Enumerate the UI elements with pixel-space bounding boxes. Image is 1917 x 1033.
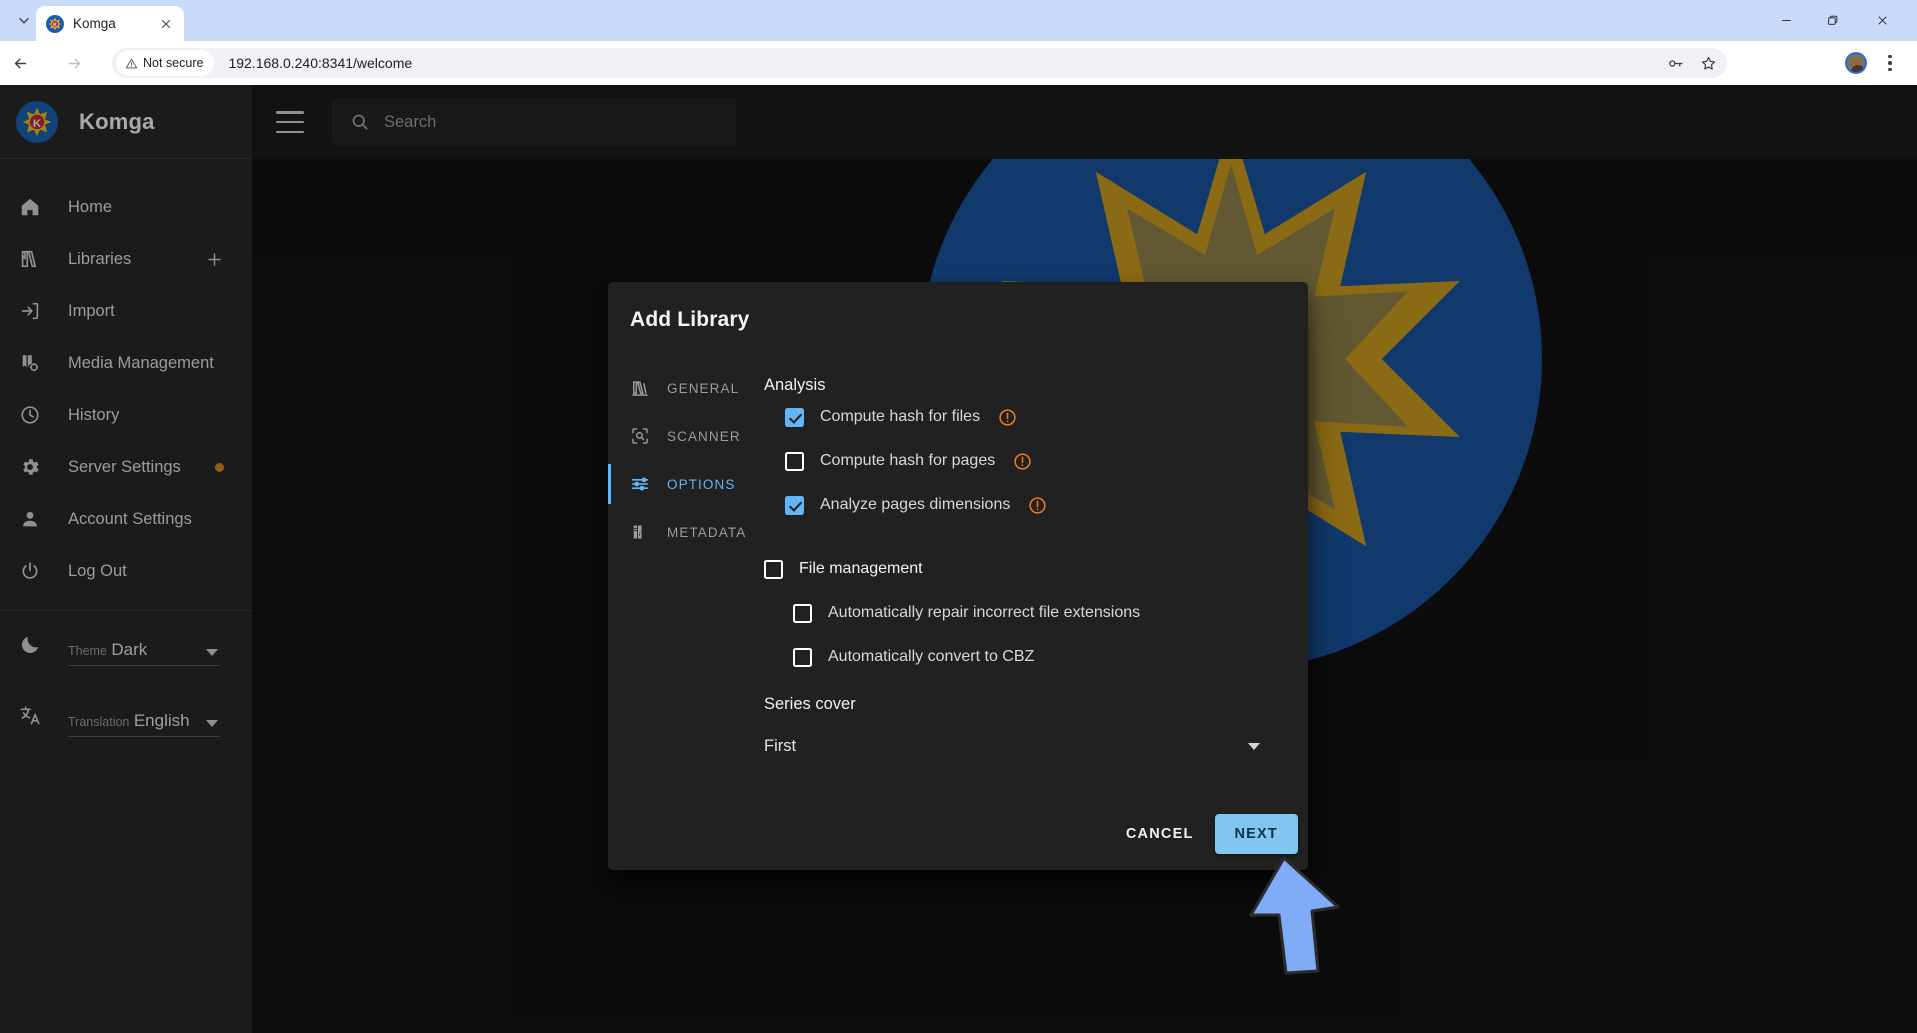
chevron-down-icon (19, 17, 29, 24)
checkbox-compute-hash-pages[interactable] (785, 451, 804, 471)
warning-triangle-icon (125, 58, 138, 68)
svg-text:K: K (53, 22, 57, 28)
tab-scanner[interactable]: SCANNER (608, 412, 764, 460)
series-cover-value: First (764, 736, 797, 755)
tab-label: SCANNER (667, 428, 741, 444)
tab-label: GENERAL (667, 380, 740, 396)
address-bar-url: 192.168.0.240:8341/welcome (228, 55, 413, 71)
site-security-badge[interactable]: Not secure (116, 50, 215, 76)
checkbox-row-convert-to-cbz[interactable]: Automatically convert to CBZ (764, 635, 1308, 679)
checkbox-repair-file-extensions[interactable] (793, 603, 812, 623)
warning-circle-icon[interactable] (1028, 496, 1047, 515)
close-icon[interactable] (157, 15, 174, 32)
checkbox-label: Automatically repair incorrect file exte… (828, 604, 1141, 621)
checkbox-label: Compute hash for pages (820, 452, 996, 469)
add-library-dialog: Add Library GENERAL SCANNER OPTIONS i ME… (608, 282, 1308, 870)
dialog-body: GENERAL SCANNER OPTIONS i METADATA Analy… (608, 364, 1308, 794)
tab-label: OPTIONS (667, 476, 736, 492)
profile-avatar[interactable] (1845, 52, 1867, 74)
browser-tab[interactable]: K Komga (36, 6, 184, 41)
checkbox-row-compute-hash-files[interactable]: Compute hash for files (764, 395, 1308, 439)
window-close-button[interactable] (1859, 0, 1905, 41)
checkbox-file-management[interactable] (764, 559, 783, 579)
panel-spacer (764, 679, 1308, 691)
checkbox-analyze-pages-dimensions[interactable] (785, 495, 804, 515)
dialog-tab-rail: GENERAL SCANNER OPTIONS i METADATA (608, 364, 764, 556)
warning-circle-icon[interactable] (998, 408, 1017, 427)
checkbox-convert-to-cbz[interactable] (793, 647, 812, 667)
warning-circle-icon[interactable] (1013, 452, 1032, 471)
series-cover-label: Series cover (764, 695, 856, 713)
minimize-icon (1781, 20, 1791, 21)
window-maximize-button[interactable] (1809, 0, 1855, 41)
tab-metadata[interactable]: i METADATA (608, 508, 764, 556)
panel-spacer (764, 527, 1308, 547)
options-panel: Analysis Compute hash for files Compute … (764, 364, 1308, 764)
browser-tabstrip: K Komga (0, 0, 1917, 41)
metadata-icon: i (630, 522, 652, 542)
key-icon[interactable] (1667, 55, 1684, 72)
maximize-icon (1827, 15, 1837, 25)
browser-toolbar: Not secure 192.168.0.240:8341/welcome (0, 41, 1917, 85)
dialog-actions: CANCEL NEXT (1109, 814, 1298, 854)
checkbox-row-analyze-pages-dimensions[interactable]: Analyze pages dimensions (764, 483, 1308, 527)
svg-text:i: i (639, 530, 641, 538)
checkbox-label: Compute hash for files (820, 408, 981, 425)
site-security-text: Not secure (143, 56, 204, 70)
checkbox-label: File management (799, 560, 923, 577)
scan-search-icon (630, 426, 652, 446)
arrow-forward-icon (68, 58, 80, 68)
next-button[interactable]: NEXT (1214, 814, 1298, 854)
cancel-button[interactable]: CANCEL (1109, 814, 1211, 854)
star-icon[interactable] (1700, 55, 1717, 72)
analysis-heading: Analysis (764, 376, 826, 394)
kebab-menu-icon[interactable] (1877, 49, 1903, 77)
back-button[interactable] (6, 49, 34, 77)
series-cover-select[interactable]: First (764, 728, 1274, 764)
checkbox-compute-hash-files[interactable] (785, 407, 804, 427)
window-minimize-button[interactable] (1763, 0, 1809, 41)
komga-favicon-glyph: K (48, 17, 62, 30)
checkbox-label: Automatically convert to CBZ (828, 648, 1035, 665)
address-bar[interactable]: Not secure 192.168.0.240:8341/welcome (112, 48, 1727, 78)
arrow-back-icon (14, 58, 26, 68)
sliders-icon (630, 474, 652, 494)
omnibox-actions (1667, 48, 1717, 78)
checkbox-row-file-management[interactable]: File management (764, 547, 1308, 591)
tab-general[interactable]: GENERAL (608, 364, 764, 412)
close-icon (1877, 16, 1887, 25)
checkbox-label: Analyze pages dimensions (820, 496, 1011, 513)
tab-options[interactable]: OPTIONS (608, 460, 764, 508)
browser-tab-title: Komga (73, 16, 116, 31)
komga-favicon: K (46, 14, 64, 33)
forward-button[interactable] (60, 49, 88, 77)
checkbox-row-repair-file-extensions[interactable]: Automatically repair incorrect file exte… (764, 591, 1308, 635)
tab-label: METADATA (667, 524, 747, 540)
browser-chrome: K Komga Not secure 192.168.0.240:8341/we… (0, 0, 1917, 85)
chevron-down-icon (1248, 743, 1260, 750)
dialog-title: Add Library (630, 308, 750, 331)
checkbox-row-compute-hash-pages[interactable]: Compute hash for pages (764, 439, 1308, 483)
library-books-icon (630, 378, 652, 398)
